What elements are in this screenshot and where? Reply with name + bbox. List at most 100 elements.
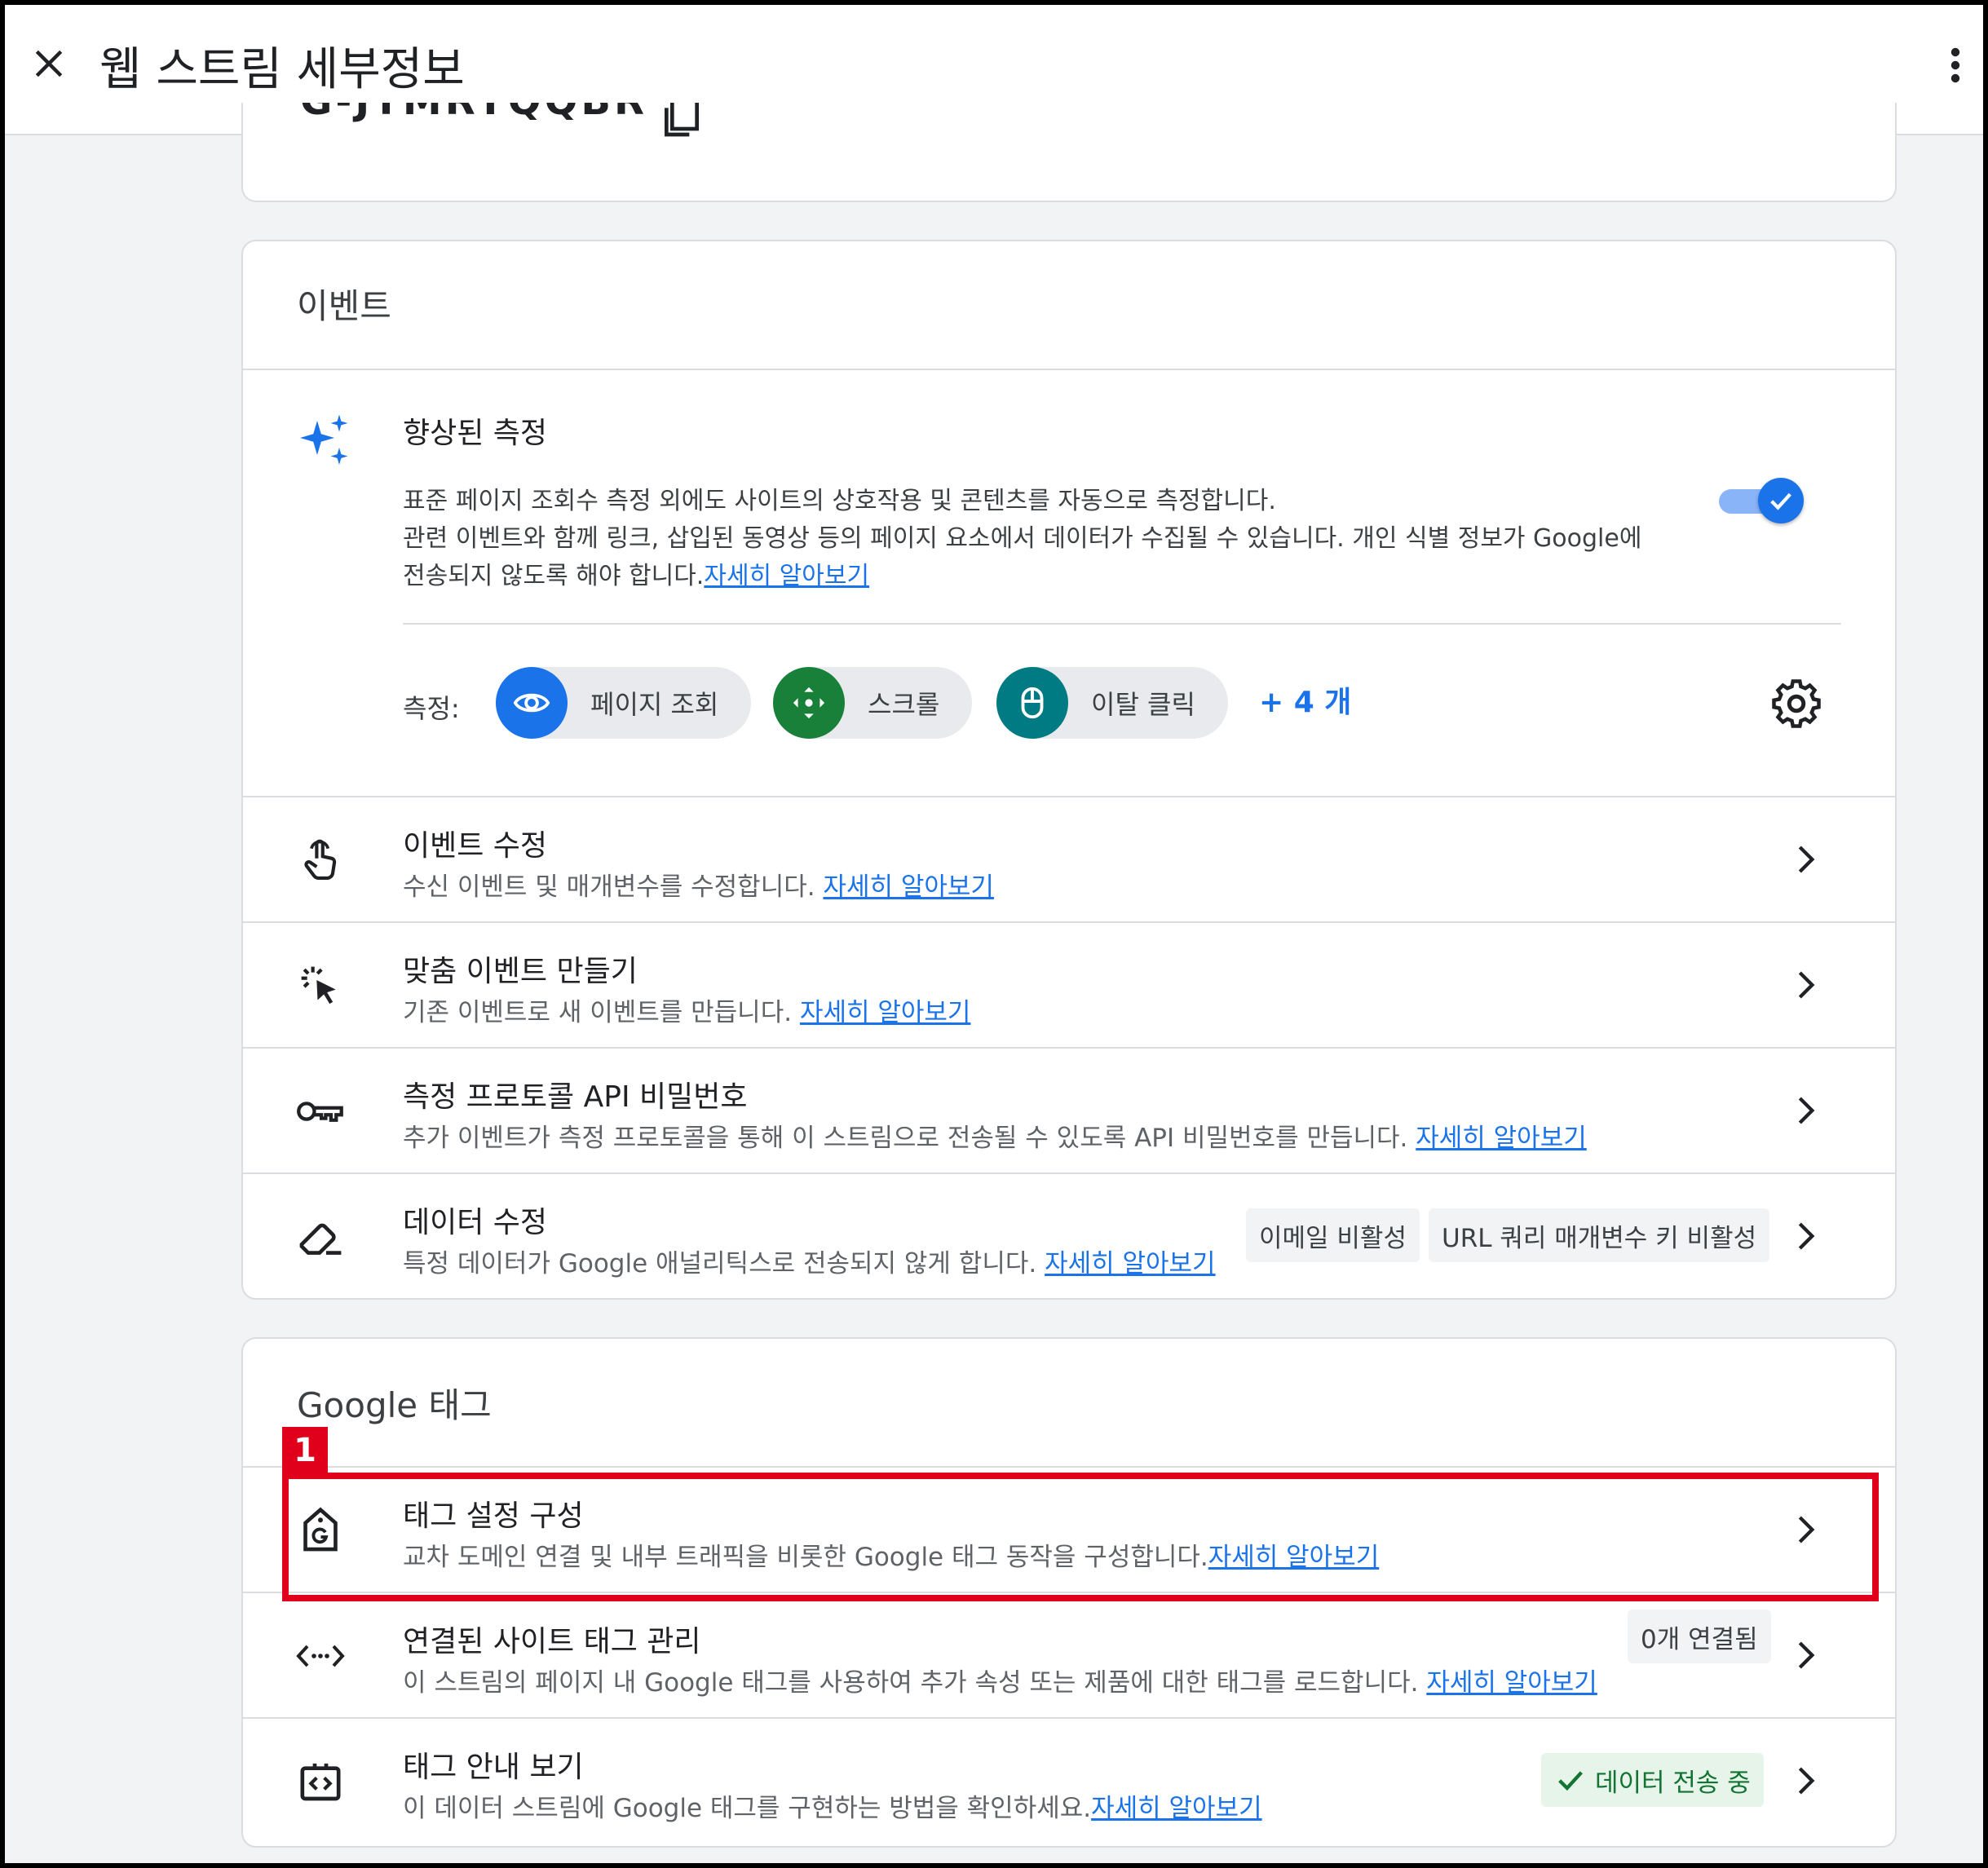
list-item-data-redaction[interactable]: 데이터 수정 특정 데이터가 Google 애널리틱스로 전송되지 않게 합니다…: [243, 1172, 1895, 1298]
annotation-number-badge: 1: [282, 1427, 328, 1474]
eye-icon: [513, 693, 550, 713]
close-icon: [35, 50, 63, 77]
more-vert-icon: [1950, 47, 1960, 83]
chip-icon-wrap: [496, 667, 568, 739]
chip-icon-wrap: [996, 667, 1068, 739]
stream-id-card: G-JTMRYQQBR: [241, 103, 1897, 202]
desc-text: 특정 데이터가 Google 애널리틱스로 전송되지 않게 합니다.: [403, 1249, 1045, 1278]
list-item-configure-tag-settings[interactable]: 태그 설정 구성 교차 도메인 연결 및 내부 트래픽을 비롯한 Google …: [243, 1466, 1895, 1592]
mouse-icon: [1021, 687, 1044, 719]
row-title: 맞춤 이벤트 만들기: [403, 955, 638, 988]
stream-id: G-JTMRYQQBR: [300, 103, 647, 124]
chevron-right-wrap: [1783, 1632, 1828, 1678]
row-icon-wrap: [294, 833, 347, 887]
status-badge: 데이터 전송 중: [1541, 1753, 1764, 1807]
row-description: 추가 이벤트가 측정 프로토콜을 통해 이 스트림으로 전송될 수 있도록 AP…: [403, 1117, 1587, 1154]
chip-page-view[interactable]: 페이지 조회: [496, 667, 752, 739]
row-title: 태그 안내 보기: [403, 1751, 584, 1784]
row-icon-wrap: [294, 959, 347, 1013]
events-section-title: 이벤트: [297, 286, 391, 326]
list-item-view-tag-instructions[interactable]: 태그 안내 보기 이 데이터 스트림에 Google 태그를 구현하는 방법을 …: [243, 1717, 1895, 1843]
row-description: 교차 도메인 연결 및 내부 트래픽을 비롯한 Google 태그 동작을 구성…: [403, 1536, 1379, 1573]
status-badge: 0개 연결됨: [1628, 1610, 1771, 1663]
row-icon-wrap: [294, 1084, 347, 1138]
chip-label: 페이지 조회: [590, 689, 719, 720]
chevron-right-wrap: [1783, 837, 1828, 882]
learn-more-link[interactable]: 자세히 알아보기: [1426, 1668, 1597, 1698]
click-sparkle-icon: [301, 966, 336, 1005]
row-title: 이벤트 수정: [403, 829, 548, 863]
row-title: 측정 프로토콜 API 비밀번호: [403, 1080, 748, 1114]
more-options-button[interactable]: [1939, 41, 1972, 90]
chevron-right-wrap: [1783, 1088, 1828, 1133]
chevron-right-icon: [1798, 1767, 1815, 1795]
scroll-arrows-icon: [793, 687, 825, 719]
row-description: 이 스트림의 페이지 내 Google 태그를 사용하여 추가 속성 또는 제품…: [403, 1662, 1597, 1698]
sparkle-icon: [300, 414, 348, 465]
divider: [403, 623, 1841, 625]
desc-line: 표준 페이지 조회수 측정 외에도 사이트의 상호작용 및 콘텐츠를 자동으로 …: [403, 487, 1276, 515]
chip-scroll[interactable]: 스크롤: [773, 667, 973, 739]
google-tag-card: Google 태그 태그 설정 구성 교차 도메인 연결 및 내부 트래픽을 비…: [241, 1337, 1897, 1848]
desc-text: 이 스트림의 페이지 내 Google 태그를 사용하여 추가 속성 또는 제품…: [403, 1668, 1427, 1698]
chip-outbound-click[interactable]: 이탈 클릭: [996, 667, 1228, 739]
desc-text: 추가 이벤트가 측정 프로토콜을 통해 이 스트림으로 전송될 수 있도록 AP…: [403, 1124, 1416, 1153]
learn-more-link[interactable]: 자세히 알아보기: [1416, 1124, 1587, 1153]
desc-text: 이 데이터 스트림에 Google 태그를 구현하는 방법을 확인하세요.: [403, 1794, 1092, 1823]
row-title: 데이터 수정: [403, 1206, 548, 1239]
learn-more-link[interactable]: 자세히 알아보기: [1208, 1543, 1380, 1572]
google-tag-section-title: Google 태그: [297, 1385, 492, 1425]
learn-more-link[interactable]: 자세히 알아보기: [800, 998, 971, 1027]
chevron-right-icon: [1798, 1641, 1815, 1669]
learn-more-link[interactable]: 자세히 알아보기: [1045, 1249, 1216, 1278]
chevron-right-icon: [1798, 971, 1815, 999]
copy-icon[interactable]: [659, 103, 705, 140]
desc-text: 수신 이벤트 및 매개변수를 수정합니다.: [403, 872, 824, 902]
page-title: 웹 스트림 세부정보: [99, 43, 465, 96]
status-badge: 이메일 비활성: [1246, 1208, 1420, 1262]
chip-label: 스크롤: [868, 689, 940, 720]
list-item-manage-connected-site-tags[interactable]: 연결된 사이트 태그 관리 이 스트림의 페이지 내 Google 태그를 사용…: [243, 1592, 1895, 1717]
settings-button[interactable]: [1768, 675, 1825, 732]
row-description: 특정 데이터가 Google 애널리틱스로 전송되지 않게 합니다. 자세히 알…: [403, 1243, 1216, 1279]
row-description: 이 데이터 스트림에 Google 태그를 구현하는 방법을 확인하세요.자세히…: [403, 1787, 1262, 1824]
enhanced-measurement-title: 향상된 측정: [403, 417, 548, 450]
close-button[interactable]: [23, 38, 75, 90]
desc-text: 교차 도메인 연결 및 내부 트래픽을 비롯한 Google 태그 동작을 구성…: [403, 1543, 1208, 1572]
toggle-thumb: [1758, 478, 1804, 523]
chevron-right-icon: [1798, 846, 1815, 873]
enhanced-measurement-toggle[interactable]: [1719, 478, 1804, 523]
divider: [243, 369, 1895, 370]
more-measurements-link[interactable]: + 4 개: [1259, 678, 1351, 721]
chevron-right-icon: [1798, 1516, 1815, 1543]
list-item-modify-events[interactable]: 이벤트 수정 수신 이벤트 및 매개변수를 수정합니다. 자세히 알아보기: [243, 796, 1895, 921]
chip-label: 이탈 클릭: [1091, 689, 1195, 720]
window-frame: 웹 스트림 세부정보 G-JTMRYQQBR 이벤트 향상된 측정 표준 페이지…: [0, 0, 1988, 1868]
key-icon: [297, 1102, 343, 1122]
measure-label: 측정:: [403, 693, 460, 724]
desc-text: 기존 이벤트로 새 이벤트를 만듭니다.: [403, 998, 800, 1027]
google-tag-icon: [303, 1507, 338, 1552]
check-icon: [1770, 492, 1791, 510]
chevron-right-wrap: [1783, 1213, 1828, 1259]
status-text: 데이터 전송 중: [1595, 1768, 1751, 1798]
row-icon-wrap: [294, 1629, 347, 1683]
row-description: 수신 이벤트 및 매개변수를 수정합니다. 자세히 알아보기: [403, 866, 994, 903]
learn-more-link[interactable]: 자세히 알아보기: [823, 872, 994, 902]
touch-hand-icon: [304, 839, 337, 880]
row-description: 기존 이벤트로 새 이벤트를 만듭니다. 자세히 알아보기: [403, 991, 970, 1028]
learn-more-link[interactable]: 자세히 알아보기: [704, 562, 869, 590]
check-icon: [1558, 1771, 1583, 1791]
desc-line: 전송되지 않도록 해야 합니다.자세히 알아보기: [403, 558, 1707, 595]
chevron-right-icon: [1798, 1097, 1815, 1124]
list-item-create-custom-event[interactable]: 맞춤 이벤트 만들기 기존 이벤트로 새 이벤트를 만듭니다. 자세히 알아보기: [243, 921, 1895, 1047]
row-title: 연결된 사이트 태그 관리: [403, 1625, 701, 1658]
learn-more-link[interactable]: 자세히 알아보기: [1091, 1794, 1262, 1823]
gear-icon: [1772, 679, 1821, 728]
chevron-right-wrap: [1783, 1758, 1828, 1804]
list-item-measurement-protocol[interactable]: 측정 프로토콜 API 비밀번호 추가 이벤트가 측정 프로토콜을 통해 이 스…: [243, 1047, 1895, 1172]
chevron-right-wrap: [1783, 962, 1828, 1008]
desc-text: 전송되지 않도록 해야 합니다.: [403, 562, 705, 590]
chevron-right-wrap: [1783, 1507, 1828, 1552]
chip-icon-wrap: [773, 667, 845, 739]
